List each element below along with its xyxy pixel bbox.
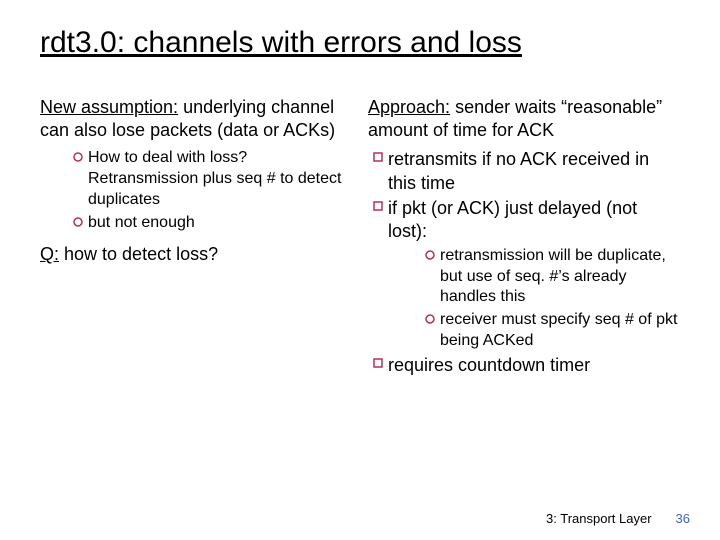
content-columns: New assumption: underlying channel can a…	[40, 96, 680, 380]
approach-subpoints: retransmission will be duplicate, but us…	[368, 246, 680, 352]
assumption-label: New assumption:	[40, 97, 178, 117]
list-item: receiver must specify seq # of pkt being…	[420, 310, 680, 352]
approach-label: Approach:	[368, 97, 450, 117]
slide: rdt3.0: channels with errors and loss Ne…	[0, 0, 720, 540]
list-item: but not enough	[68, 213, 352, 234]
list-item: retransmits if no ACK received in this t…	[368, 148, 680, 195]
circle-bullet-icon	[68, 213, 88, 227]
list-item-text: retransmits if no ACK received in this t…	[388, 148, 680, 195]
list-item-text: receiver must specify seq # of pkt being…	[440, 310, 680, 352]
approach-paragraph: Approach: sender waits “reasonable” amou…	[368, 96, 680, 143]
left-column: New assumption: underlying channel can a…	[40, 96, 352, 380]
question-body: how to detect loss?	[59, 244, 218, 264]
square-bullet-icon	[368, 197, 388, 211]
list-item-text: requires countdown timer	[388, 354, 680, 377]
page-number: 36	[676, 511, 690, 526]
question-line: Q: how to detect loss?	[40, 243, 352, 266]
list-item: retransmission will be duplicate, but us…	[420, 246, 680, 308]
list-item-text: but not enough	[88, 213, 352, 234]
list-item-text: retransmission will be duplicate, but us…	[440, 246, 680, 308]
list-item: How to deal with loss? Retransmission pl…	[68, 148, 352, 210]
list-item-text: How to deal with loss? Retransmission pl…	[88, 148, 352, 210]
circle-bullet-icon	[420, 310, 440, 324]
circle-bullet-icon	[68, 148, 88, 162]
assumption-paragraph: New assumption: underlying channel can a…	[40, 96, 352, 143]
square-bullet-icon	[368, 354, 388, 368]
circle-bullet-icon	[420, 246, 440, 260]
slide-title: rdt3.0: channels with errors and loss	[40, 24, 680, 62]
list-item-text: if pkt (or ACK) just delayed (not lost):	[388, 197, 680, 244]
assumption-subpoints: How to deal with loss? Retransmission pl…	[40, 148, 352, 233]
list-item: if pkt (or ACK) just delayed (not lost):	[368, 197, 680, 244]
footer-section: 3: Transport Layer	[546, 511, 652, 526]
question-label: Q:	[40, 244, 59, 264]
right-column: Approach: sender waits “reasonable” amou…	[368, 96, 680, 380]
square-bullet-icon	[368, 148, 388, 162]
list-item: requires countdown timer	[368, 354, 680, 377]
footer: 3: Transport Layer 36	[546, 511, 690, 526]
